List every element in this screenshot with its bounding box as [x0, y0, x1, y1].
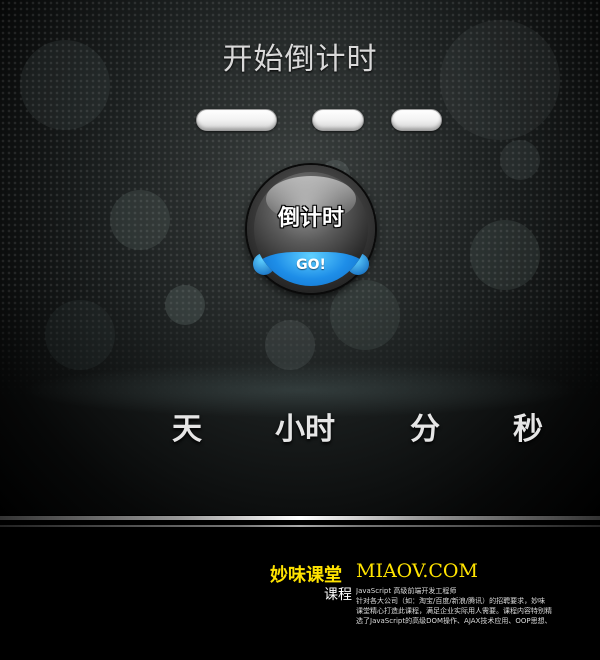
brand-url[interactable]: MIAOV.COM [356, 560, 478, 582]
bokeh-light [470, 220, 540, 290]
unit-days: 天 [172, 412, 202, 447]
start-button-label: 倒计时 [277, 206, 344, 231]
go-label: GO! [254, 252, 368, 286]
description-line: 选了JavaScript的高级DOM操作、AJAX技术应用、OOP思想、 [356, 617, 552, 625]
countdown-input-1[interactable] [196, 109, 277, 131]
course-description: JavaScript 高级前端开发工程师 针对各大公司（如：淘宝/百度/新浪/腾… [356, 586, 596, 626]
description-line: 针对各大公司（如：淘宝/百度/新浪/腾讯）的招聘要求，妙味 [356, 597, 546, 605]
description-line: JavaScript 高级前端开发工程师 [356, 587, 457, 595]
divider [0, 525, 600, 527]
bokeh-light [165, 285, 205, 325]
page-title: 开始倒计时 [222, 42, 378, 77]
bokeh-light [500, 140, 540, 180]
countdown-input-2[interactable] [312, 109, 364, 131]
unit-seconds: 秒 [513, 412, 543, 447]
description-line: 课堂精心打造此课程，满足企业实际用人需要。课程内容特别精 [356, 607, 552, 615]
unit-hours: 小时 [275, 412, 335, 447]
unit-minutes: 分 [410, 412, 440, 447]
bokeh-light [110, 190, 170, 250]
start-countdown-button[interactable]: 倒计时 GO! [254, 172, 368, 286]
countdown-input-3[interactable] [391, 109, 442, 131]
course-label: 课程 [324, 587, 352, 603]
divider [0, 516, 600, 520]
countdown-panel: 开始倒计时 倒计时 GO! 天 小时 分 秒 [0, 0, 600, 515]
bokeh-light [330, 280, 400, 350]
